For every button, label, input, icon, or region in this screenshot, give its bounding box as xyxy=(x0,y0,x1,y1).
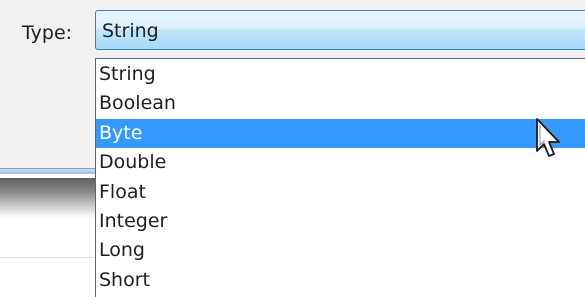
type-combobox[interactable]: String xyxy=(95,10,585,50)
dropdown-option-float[interactable]: Float xyxy=(96,178,585,207)
mouse-pointer-icon xyxy=(536,118,560,157)
dropdown-option-long[interactable]: Long xyxy=(96,236,585,265)
dropdown-option-short[interactable]: Short xyxy=(96,266,585,295)
dropdown-option-boolean[interactable]: Boolean xyxy=(96,89,585,118)
dropdown-option-byte[interactable]: Byte xyxy=(96,118,585,149)
type-dropdown-list[interactable]: String Boolean Byte Double Float Integer… xyxy=(95,58,585,297)
dropdown-option-double[interactable]: Double xyxy=(96,148,585,177)
dropdown-option-integer[interactable]: Integer xyxy=(96,207,585,236)
screenshot-stage: Type: String String Boolean Byte Double … xyxy=(0,0,585,297)
type-label: Type: xyxy=(22,22,73,44)
type-combobox-value: String xyxy=(102,20,159,42)
dropdown-option-string[interactable]: String xyxy=(96,60,585,89)
